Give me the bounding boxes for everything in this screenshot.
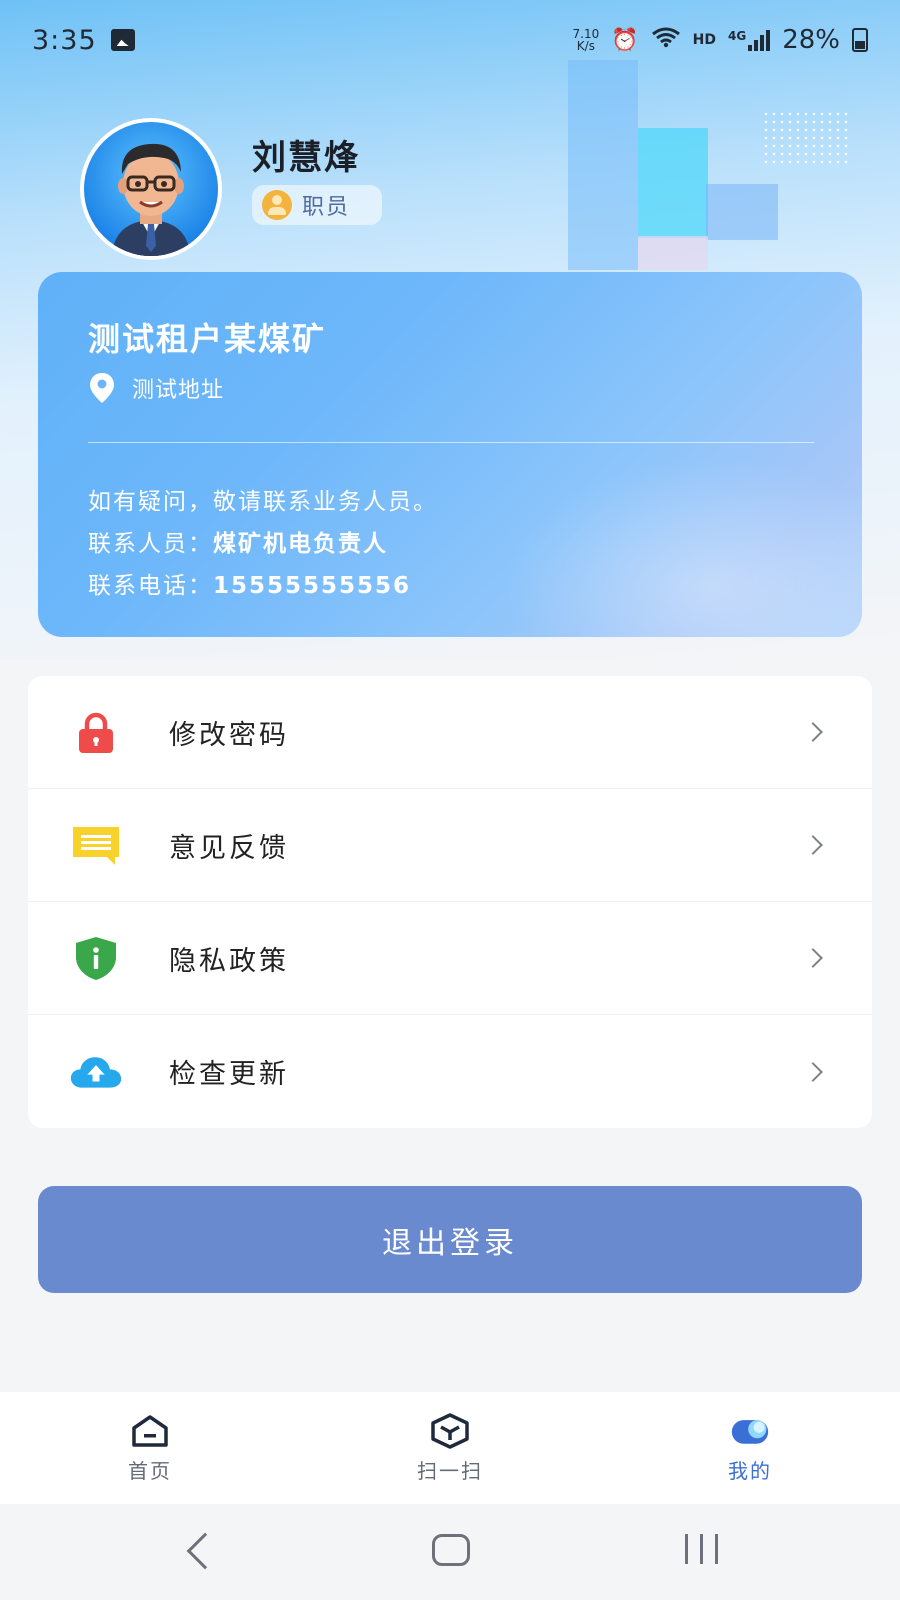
chevron-right-icon [803,722,823,742]
tab-home[interactable]: 首页 [0,1392,300,1504]
network-speed: 7.10 K/s [573,28,600,52]
shield-info-icon [70,932,122,984]
signal-bars [748,29,771,51]
hd-indicator: HD [692,32,716,48]
tab-mine[interactable]: 我的 [600,1392,900,1504]
location-pin-icon [90,373,114,403]
decor-block [638,128,708,238]
gallery-notification-icon [110,29,135,51]
contact-notice: 如有疑问，敬请联系业务人员。 [88,489,438,515]
menu-label: 修改密码 [169,719,289,751]
tab-scan[interactable]: 扫一扫 [300,1392,600,1504]
logout-button[interactable]: 退出登录 [38,1186,862,1293]
menu-item-change-password[interactable]: 修改密码 [28,676,872,789]
contact-person-value: 煤矿机电负责人 [213,531,388,557]
lock-icon [70,706,122,758]
contact-person: 联系人员：煤矿机电负责人 [88,524,388,558]
menu-label: 隐私政策 [169,945,289,977]
cell-signal-icon: 4G [728,29,771,51]
network-speed-unit: K/s [576,39,595,53]
battery-icon [852,28,868,52]
home-button-icon[interactable] [432,1534,470,1566]
tab-label: 我的 [728,1458,772,1483]
contact-phone-value[interactable]: 15555555556 [213,573,411,599]
profile-toggle-icon [730,1413,770,1449]
avatar[interactable] [80,118,222,260]
decor-block [706,184,778,240]
home-icon [130,1413,170,1449]
chevron-right-icon [803,1061,823,1082]
decor-dots [762,110,850,164]
address-text: 测试地址 [132,378,225,403]
status-bar: 3:35 7.10 K/s ⏰ HD 4G 28% [0,0,900,80]
user-name: 刘慧烽 [252,138,360,178]
cloud-upload-icon [70,1046,122,1098]
menu-label: 意见反馈 [169,832,289,864]
menu-item-check-update[interactable]: 检查更新 [28,1015,872,1128]
bottom-tab-bar: 首页 扫一扫 我的 [0,1392,900,1504]
scan-cube-icon [430,1412,470,1449]
role-label: 职员 [302,195,351,220]
message-icon [70,819,122,871]
menu-label: 检查更新 [169,1059,289,1090]
wifi-icon [651,25,681,55]
recent-apps-icon[interactable] [685,1534,718,1564]
status-time: 3:35 [32,24,97,56]
chevron-right-icon [803,948,823,968]
contact-person-label: 联系人员： [88,531,213,557]
avatar-image [84,122,218,256]
tab-label: 扫一扫 [417,1458,483,1483]
chevron-right-icon [803,835,823,855]
settings-menu: 修改密码 意见反馈 隐私政策 检查更新 [28,676,872,1128]
back-icon[interactable] [186,1532,224,1570]
decor-block [638,236,708,270]
alarm-icon: ⏰ [611,27,639,53]
system-navigation-bar [0,1504,900,1600]
company-name: 测试租户某煤矿 [88,320,327,358]
decor-block [568,60,638,270]
menu-item-feedback[interactable]: 意见反馈 [28,789,872,902]
tab-label: 首页 [128,1458,172,1483]
contact-phone: 联系电话：15555555556 [88,566,411,600]
company-info-card: 测试租户某煤矿 测试地址 如有疑问，敬请联系业务人员。 联系人员：煤矿机电负责人… [38,272,862,637]
battery-percent: 28% [782,25,840,55]
contact-phone-label: 联系电话： [88,573,213,599]
divider [88,442,814,443]
network-type: 4G [728,29,747,43]
profile-page: 3:35 7.10 K/s ⏰ HD 4G 28% 刘慧烽 职员 测试租户某煤矿… [0,0,900,1600]
menu-item-privacy-policy[interactable]: 隐私政策 [28,902,872,1015]
company-address: 测试地址 [90,372,224,404]
status-indicators: 7.10 K/s ⏰ HD 4G 28% [573,25,868,55]
role-badge: 职员 [252,185,382,225]
user-role-icon [262,190,292,220]
